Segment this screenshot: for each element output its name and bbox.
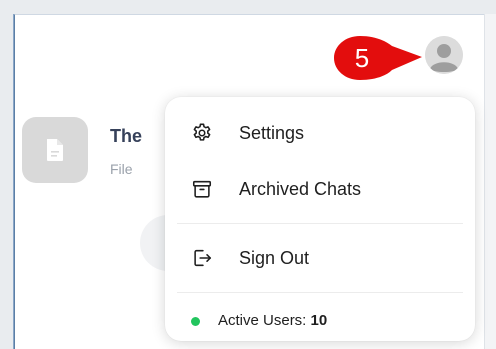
menu-divider bbox=[177, 292, 463, 293]
document-icon bbox=[47, 139, 63, 161]
active-users-label: Active Users: bbox=[218, 312, 307, 329]
active-users-status: Active Users: 10 bbox=[165, 304, 475, 340]
active-users-count: 10 bbox=[310, 312, 328, 329]
archive-icon bbox=[191, 178, 213, 200]
user-dropdown-menu: Settings Archived Chats Sign Out Active … bbox=[165, 97, 475, 341]
sign-out-label: Sign Out bbox=[239, 247, 310, 268]
window-edge bbox=[484, 14, 496, 349]
settings-menu-item[interactable]: Settings bbox=[165, 113, 475, 153]
archived-chats-label: Archived Chats bbox=[239, 178, 362, 199]
active-users-text: Active Users: 10 bbox=[218, 312, 327, 329]
settings-label: Settings bbox=[239, 122, 305, 143]
step-number: 5 bbox=[354, 42, 370, 73]
screenshot-frame: The File 5 Settings Archived Chats Sign … bbox=[0, 0, 496, 349]
file-thumbnail[interactable] bbox=[22, 117, 88, 183]
archived-chats-menu-item[interactable]: Archived Chats bbox=[165, 169, 475, 209]
gear-icon bbox=[191, 122, 213, 144]
sign-out-menu-item[interactable]: Sign Out bbox=[165, 238, 475, 278]
file-type-label: File bbox=[110, 161, 133, 177]
menu-divider bbox=[177, 223, 463, 224]
file-name[interactable]: The bbox=[110, 126, 142, 147]
sign-out-icon bbox=[191, 247, 213, 269]
online-status-dot bbox=[191, 317, 200, 326]
